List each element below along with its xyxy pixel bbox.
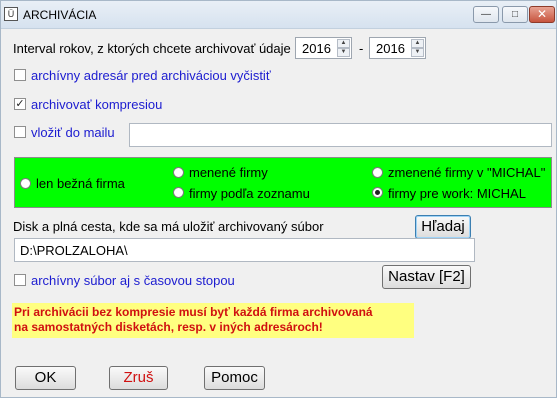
ok-button[interactable]: OK	[15, 366, 76, 390]
year-from-spinner[interactable]: 2016 ▲ ▼	[295, 37, 352, 59]
radio-changed[interactable]	[173, 167, 184, 178]
app-icon: Ü	[4, 7, 18, 21]
email-label[interactable]: vložiť do mailu	[31, 125, 115, 140]
compress-label[interactable]: archivovať kompresiou	[31, 97, 162, 112]
warning-message: Pri archivácii bez kompresie musí byť ka…	[12, 303, 414, 338]
radio-for-work[interactable]	[372, 187, 383, 198]
only-current-label[interactable]: len bežná firma	[36, 176, 125, 191]
clear-dir-label[interactable]: archívny adresár pred archiváciou vyčist…	[31, 68, 271, 83]
minimize-button[interactable]: —	[473, 6, 499, 23]
year-to-spinner[interactable]: 2016 ▲ ▼	[369, 37, 426, 59]
changed-in-label[interactable]: zmenené firmy v "MICHAL"	[388, 165, 545, 180]
changed-label[interactable]: menené firmy	[189, 165, 268, 180]
year-to-value[interactable]: 2016	[376, 41, 405, 56]
interval-separator: -	[359, 41, 364, 56]
minimize-icon: —	[481, 9, 491, 20]
title-bar: Ü ARCHIVÁCIA — □ ✕	[1, 1, 556, 29]
chevron-up-icon[interactable]: ▲	[337, 39, 350, 48]
timestamp-checkbox[interactable]	[14, 274, 26, 286]
interval-label: Interval rokov, z ktorých chcete archivo…	[13, 41, 291, 56]
close-button[interactable]: ✕	[529, 6, 555, 23]
timestamp-label[interactable]: archívny súbor aj s časovou stopou	[31, 273, 235, 288]
email-checkbox[interactable]	[14, 126, 26, 138]
path-label: Disk a plná cesta, kde sa má uložiť arch…	[13, 219, 324, 234]
warning-line-2: na samostatných disketách, resp. v iných…	[14, 320, 323, 334]
chevron-down-icon[interactable]: ▼	[411, 48, 424, 57]
year-from-value[interactable]: 2016	[302, 41, 331, 56]
chevron-down-icon[interactable]: ▼	[337, 48, 350, 57]
email-field[interactable]	[129, 123, 552, 147]
chevron-up-icon[interactable]: ▲	[411, 39, 424, 48]
cancel-button[interactable]: Zruš	[109, 366, 168, 390]
radio-only-current[interactable]	[20, 178, 31, 189]
settings-button[interactable]: Nastav [F2]	[382, 265, 471, 289]
warning-line-1: Pri archivácii bez kompresie musí byť ka…	[14, 305, 373, 319]
close-icon: ✕	[536, 7, 548, 21]
window-title: ARCHIVÁCIA	[23, 8, 97, 22]
radio-changed-in[interactable]	[372, 167, 383, 178]
maximize-button[interactable]: □	[502, 6, 528, 23]
archive-dialog: Ü ARCHIVÁCIA — □ ✕ Interval rokov, z kto…	[0, 0, 557, 398]
by-list-label[interactable]: firmy podľa zoznamu	[189, 186, 310, 201]
compress-checkbox[interactable]: ✓	[14, 98, 26, 110]
path-input[interactable]: D:\PROLZALOHA\	[14, 238, 475, 262]
firm-selection-panel: len bežná firma menené firmy firmy podľa…	[14, 157, 552, 208]
clear-dir-checkbox[interactable]	[14, 69, 26, 81]
search-button[interactable]: Hľadaj	[415, 215, 471, 239]
for-work-label[interactable]: firmy pre work: MICHAL	[388, 186, 526, 201]
help-button[interactable]: Pomoc	[204, 366, 265, 390]
maximize-icon: □	[511, 9, 519, 20]
radio-by-list[interactable]	[173, 187, 184, 198]
